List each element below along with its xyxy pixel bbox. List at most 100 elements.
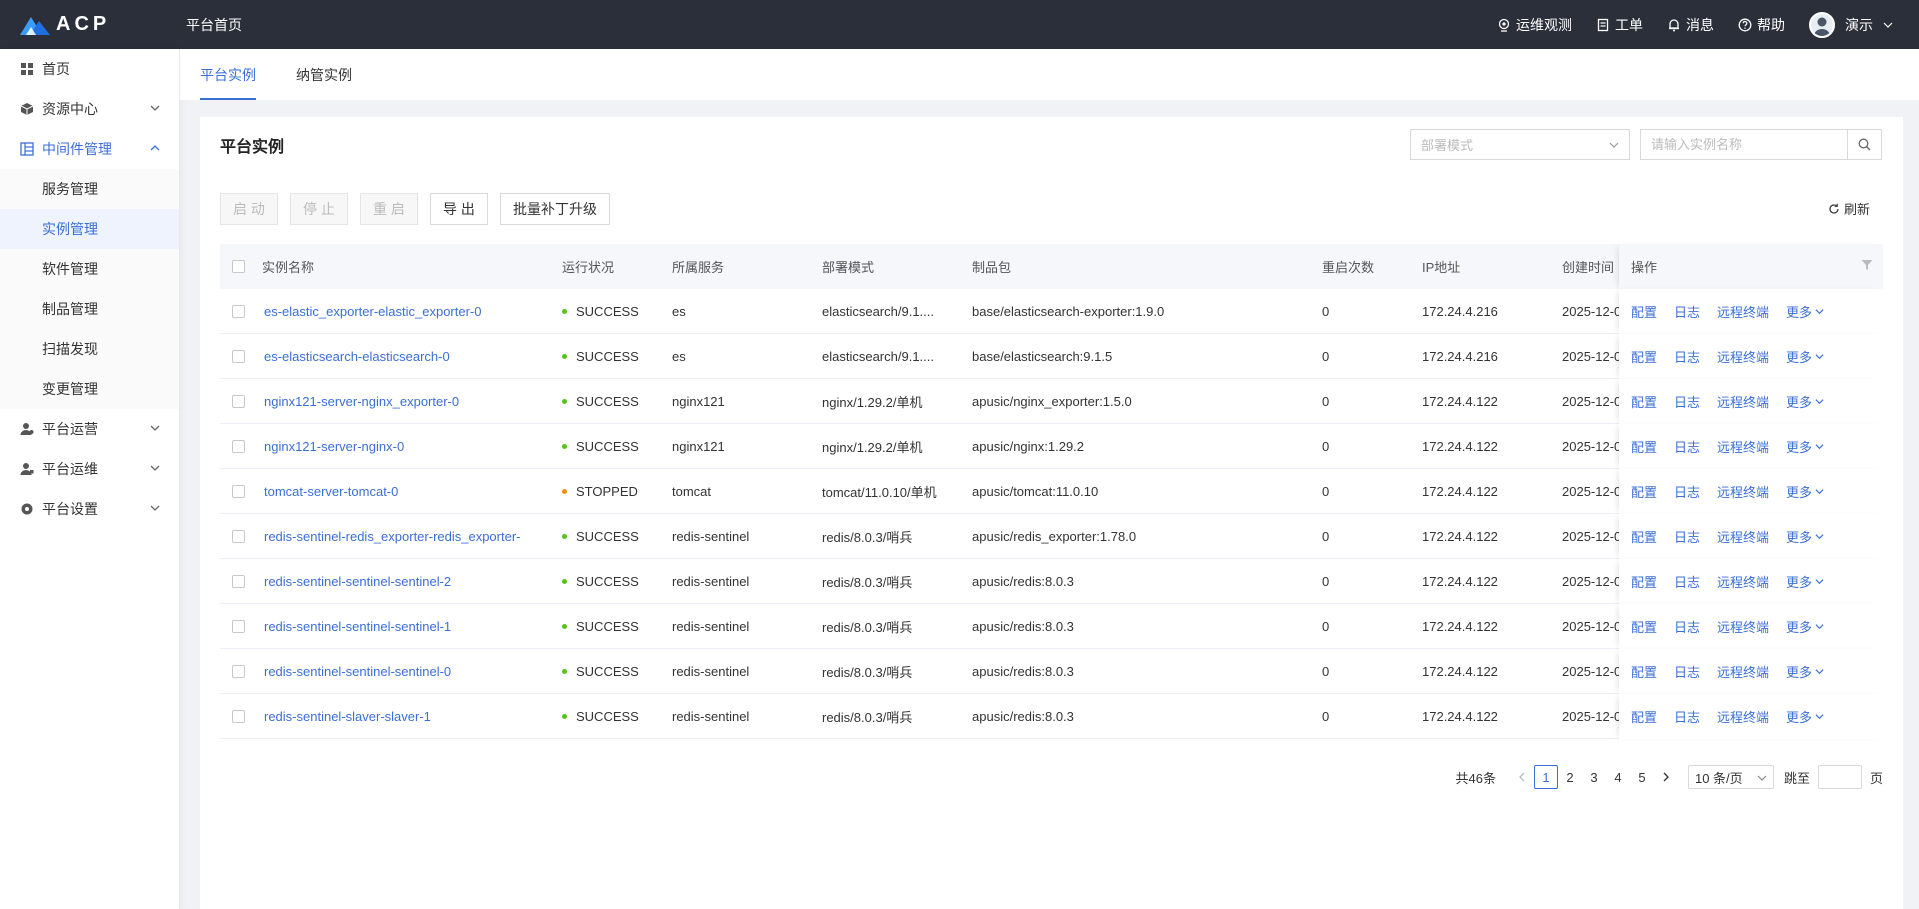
log-link[interactable]: 日志 — [1674, 662, 1700, 681]
tab-platform-instances[interactable]: 平台实例 — [200, 49, 256, 100]
help-link[interactable]: 帮助 — [1738, 15, 1785, 35]
col-header-name[interactable]: 实例名称 — [262, 244, 314, 289]
more-dropdown[interactable]: 更多 — [1786, 572, 1824, 591]
log-link[interactable]: 日志 — [1674, 347, 1700, 366]
search-input[interactable] — [1641, 130, 1846, 159]
observe-link[interactable]: 运维观测 — [1497, 15, 1572, 35]
log-link[interactable]: 日志 — [1674, 392, 1700, 411]
instance-name-link[interactable]: tomcat-server-tomcat-0 — [264, 469, 554, 514]
config-link[interactable]: 配置 — [1631, 437, 1657, 456]
page-4[interactable]: 4 — [1606, 765, 1630, 789]
sidebar-item-platform-operation[interactable]: 平台运营 — [0, 409, 179, 449]
start-button[interactable]: 启 动 — [220, 193, 278, 225]
instance-name-link[interactable]: nginx121-server-nginx-0 — [264, 424, 554, 469]
instance-name-link[interactable]: nginx121-server-nginx_exporter-0 — [264, 379, 554, 424]
jump-page-input[interactable] — [1817, 765, 1862, 789]
log-link[interactable]: 日志 — [1674, 707, 1700, 726]
config-link[interactable]: 配置 — [1631, 482, 1657, 501]
next-page-button[interactable] — [1654, 765, 1678, 789]
col-header-mode[interactable]: 部署模式 — [822, 244, 874, 289]
more-dropdown[interactable]: 更多 — [1786, 707, 1824, 726]
ticket-link[interactable]: 工单 — [1596, 15, 1643, 35]
row-checkbox[interactable] — [232, 530, 245, 543]
more-dropdown[interactable]: 更多 — [1786, 302, 1824, 321]
search-button[interactable] — [1847, 130, 1881, 159]
remote-terminal-link[interactable]: 远程终端 — [1717, 707, 1769, 726]
config-link[interactable]: 配置 — [1631, 347, 1657, 366]
batch-patch-upgrade-button[interactable]: 批量补丁升级 — [500, 193, 610, 225]
config-link[interactable]: 配置 — [1631, 617, 1657, 636]
instance-name-link[interactable]: redis-sentinel-sentinel-sentinel-1 — [264, 604, 554, 649]
stop-button[interactable]: 停 止 — [290, 193, 348, 225]
page-2[interactable]: 2 — [1558, 765, 1582, 789]
sidebar-sub-software-management[interactable]: 软件管理 — [0, 249, 179, 289]
more-dropdown[interactable]: 更多 — [1786, 617, 1824, 636]
message-link[interactable]: 消息 — [1667, 15, 1714, 35]
sidebar-item-resource-center[interactable]: 资源中心 — [0, 89, 179, 129]
col-header-service[interactable]: 所属服务 — [672, 244, 724, 289]
refresh-button[interactable]: 刷新 — [1828, 199, 1870, 218]
col-header-artifact[interactable]: 制品包 — [972, 244, 1011, 289]
page-5[interactable]: 5 — [1630, 765, 1654, 789]
sidebar-sub-scan-discovery[interactable]: 扫描发现 — [0, 329, 179, 369]
tab-managed-instances[interactable]: 纳管实例 — [296, 49, 352, 100]
sidebar-item-platform-maintenance[interactable]: 平台运维 — [0, 449, 179, 489]
more-dropdown[interactable]: 更多 — [1786, 527, 1824, 546]
config-link[interactable]: 配置 — [1631, 527, 1657, 546]
page-3[interactable]: 3 — [1582, 765, 1606, 789]
config-link[interactable]: 配置 — [1631, 392, 1657, 411]
config-link[interactable]: 配置 — [1631, 302, 1657, 321]
user-menu[interactable]: 演示 — [1809, 11, 1893, 38]
sidebar-item-middleware[interactable]: 中间件管理 — [0, 129, 179, 169]
row-checkbox[interactable] — [232, 305, 245, 318]
sidebar-sub-artifact-management[interactable]: 制品管理 — [0, 289, 179, 329]
remote-terminal-link[interactable]: 远程终端 — [1717, 572, 1769, 591]
log-link[interactable]: 日志 — [1674, 617, 1700, 636]
deploy-mode-select[interactable]: 部署模式 — [1410, 129, 1630, 160]
log-link[interactable]: 日志 — [1674, 437, 1700, 456]
log-link[interactable]: 日志 — [1674, 482, 1700, 501]
row-checkbox[interactable] — [232, 575, 245, 588]
log-link[interactable]: 日志 — [1674, 527, 1700, 546]
more-dropdown[interactable]: 更多 — [1786, 662, 1824, 681]
remote-terminal-link[interactable]: 远程终端 — [1717, 617, 1769, 636]
config-link[interactable]: 配置 — [1631, 662, 1657, 681]
instance-name-link[interactable]: redis-sentinel-sentinel-sentinel-0 — [264, 649, 554, 694]
config-link[interactable]: 配置 — [1631, 572, 1657, 591]
sidebar-item-home[interactable]: 首页 — [0, 49, 179, 89]
more-dropdown[interactable]: 更多 — [1786, 347, 1824, 366]
more-dropdown[interactable]: 更多 — [1786, 392, 1824, 411]
sidebar-sub-service-management[interactable]: 服务管理 — [0, 169, 179, 209]
log-link[interactable]: 日志 — [1674, 302, 1700, 321]
row-checkbox[interactable] — [232, 485, 245, 498]
remote-terminal-link[interactable]: 远程终端 — [1717, 527, 1769, 546]
more-dropdown[interactable]: 更多 — [1786, 482, 1824, 501]
remote-terminal-link[interactable]: 远程终端 — [1717, 347, 1769, 366]
more-dropdown[interactable]: 更多 — [1786, 437, 1824, 456]
select-all-checkbox[interactable] — [232, 260, 245, 273]
instance-name-link[interactable]: redis-sentinel-redis_exporter-redis_expo… — [264, 514, 554, 559]
instance-name-link[interactable]: redis-sentinel-sentinel-sentinel-2 — [264, 559, 554, 604]
row-checkbox[interactable] — [232, 440, 245, 453]
remote-terminal-link[interactable]: 远程终端 — [1717, 482, 1769, 501]
col-header-restarts[interactable]: 重启次数 — [1322, 244, 1374, 289]
restart-button[interactable]: 重 启 — [360, 193, 418, 225]
sidebar-sub-instance-management[interactable]: 实例管理 — [0, 209, 179, 249]
config-link[interactable]: 配置 — [1631, 707, 1657, 726]
row-checkbox[interactable] — [232, 350, 245, 363]
col-header-ip[interactable]: IP地址 — [1422, 244, 1460, 289]
instance-name-link[interactable]: redis-sentinel-slaver-slaver-1 — [264, 694, 554, 739]
filter-icon[interactable] — [1861, 259, 1873, 271]
col-header-created[interactable]: 创建时间 — [1562, 244, 1619, 289]
logo[interactable]: ACP — [20, 13, 166, 36]
export-button[interactable]: 导 出 — [430, 193, 488, 225]
remote-terminal-link[interactable]: 远程终端 — [1717, 302, 1769, 321]
row-checkbox[interactable] — [232, 665, 245, 678]
sidebar-item-platform-settings[interactable]: 平台设置 — [0, 489, 179, 529]
instance-name-link[interactable]: es-elastic_exporter-elastic_exporter-0 — [264, 289, 554, 334]
row-checkbox[interactable] — [232, 620, 245, 633]
row-checkbox[interactable] — [232, 395, 245, 408]
sidebar-sub-change-management[interactable]: 变更管理 — [0, 369, 179, 409]
instance-name-link[interactable]: es-elasticsearch-elasticsearch-0 — [264, 334, 554, 379]
avatar[interactable] — [1809, 11, 1835, 38]
